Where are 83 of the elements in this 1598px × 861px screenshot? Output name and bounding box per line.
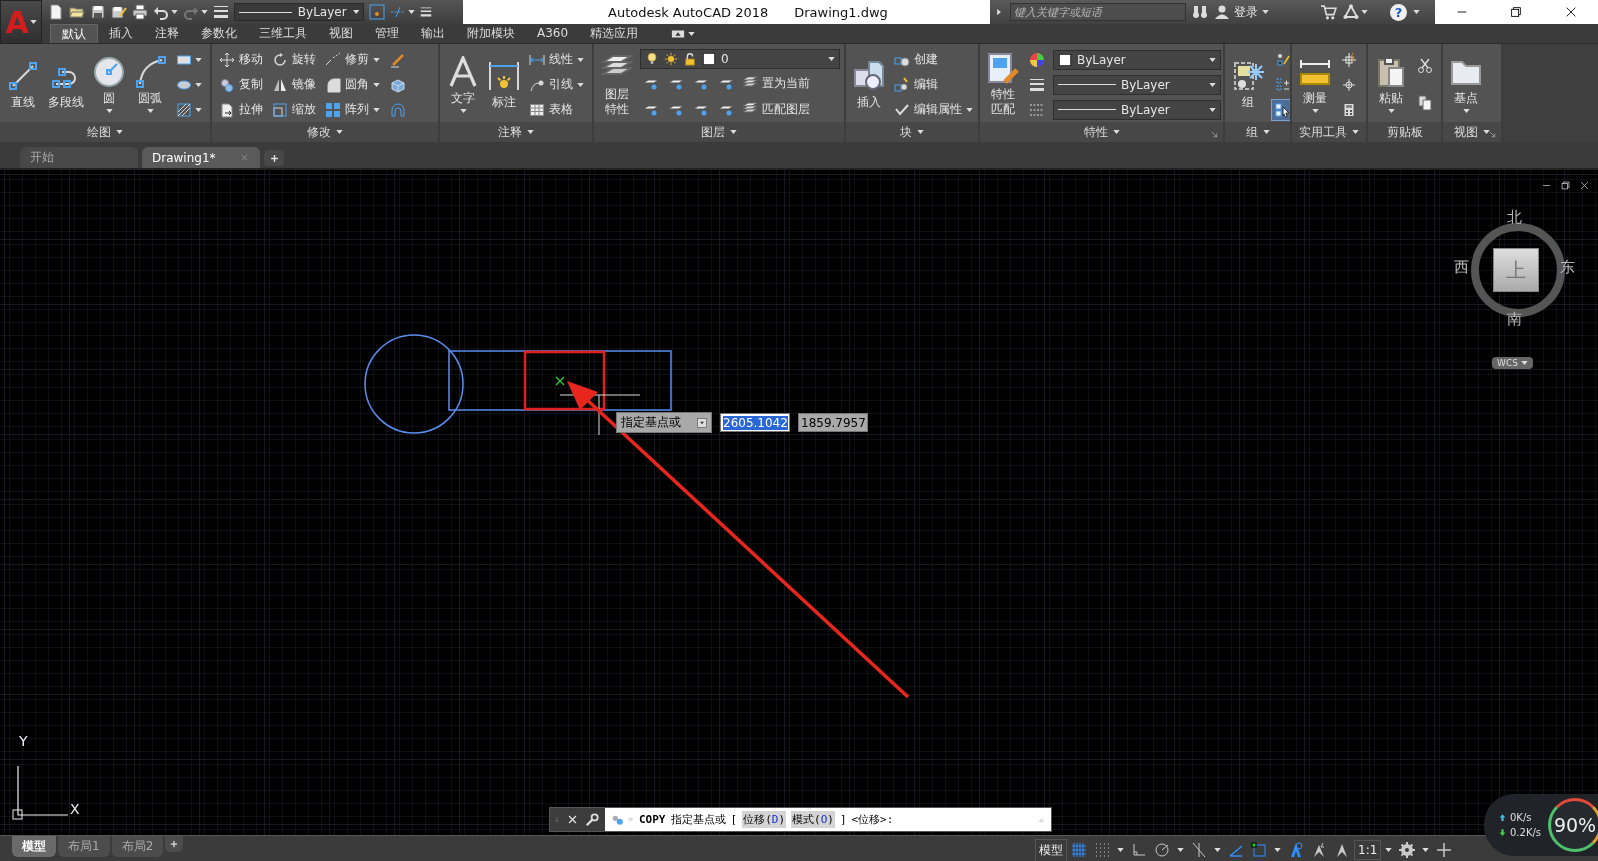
ucs-menu-button[interactable]: WCS xyxy=(1492,357,1533,369)
file-tab[interactable]: 开始 xyxy=(20,147,138,168)
command-option[interactable]: 模式(O) xyxy=(791,811,835,828)
panel-title[interactable]: 绘图 xyxy=(84,123,126,141)
ribbon-button[interactable]: 编辑属性 xyxy=(892,98,975,121)
ribbon-tab[interactable]: 注释 xyxy=(144,24,190,43)
bracket-text: ] xyxy=(839,813,847,826)
download-rate: 0.2K/s xyxy=(1510,827,1542,838)
sign-in-button[interactable]: 登录 xyxy=(1214,3,1314,21)
ribbon-button[interactable]: 基点 xyxy=(1448,54,1484,115)
command-name: COPY xyxy=(639,813,666,826)
linetype-dropdown[interactable]: ByLayer xyxy=(234,3,364,21)
ribbon-button[interactable]: 旋转 xyxy=(270,48,318,71)
ribbon-tab[interactable]: 默认 xyxy=(50,24,98,43)
coordinate-field[interactable]: 2605.1042 xyxy=(720,413,790,432)
ribbon-tab[interactable]: 参数化 xyxy=(190,24,248,43)
compass-label[interactable]: 北 xyxy=(1507,208,1522,227)
ribbon-button[interactable]: 拉伸 xyxy=(217,98,265,121)
ribbon-button[interactable]: 匹配图层 xyxy=(740,98,812,121)
ribbon-button[interactable]: 直线 xyxy=(5,57,41,112)
panel-title[interactable]: 特性 xyxy=(1080,123,1123,141)
dropdown[interactable]: ByLayer xyxy=(1053,49,1221,70)
upload-rate: 0K/s xyxy=(1510,812,1532,823)
ribbon-button[interactable]: 特性匹配 xyxy=(985,50,1021,119)
compass-label[interactable]: 东 xyxy=(1560,258,1575,277)
command-prompt: 指定基点或 xyxy=(670,812,726,827)
ribbon-button[interactable]: 复制 xyxy=(217,73,265,96)
ribbon-button[interactable]: 置为当前 xyxy=(740,72,812,95)
search-field[interactable]: 键入关键字或短语 xyxy=(1010,3,1186,21)
ribbon-tab[interactable]: 三维工具 xyxy=(248,24,318,43)
ribbon-button[interactable]: 圆 xyxy=(91,54,127,115)
command-input-field[interactable]: COPY 指定基点或 [ 位移(D) 模式(O) ] <位移>: xyxy=(605,808,1051,831)
ribbon-tab[interactable]: 输出 xyxy=(410,24,456,43)
ribbon-tab[interactable]: 精选应用 xyxy=(579,24,650,43)
ribbon-button[interactable]: 表格 xyxy=(527,98,586,121)
ribbon-button[interactable]: 圆角 xyxy=(323,73,382,96)
axis-label: Y xyxy=(19,733,28,749)
tooltip-text: 指定基点或 xyxy=(621,414,681,431)
ribbon-button[interactable]: 线性 xyxy=(527,48,586,71)
ribbon-button[interactable]: 镜像 xyxy=(270,73,318,96)
layout-tab[interactable]: 布局1 xyxy=(58,836,110,857)
ribbon-button[interactable]: 图层特性 xyxy=(599,50,635,119)
dropdown[interactable]: ByLayer xyxy=(1053,74,1221,95)
layout-tab[interactable]: 模型 xyxy=(12,836,56,857)
ribbon-tab[interactable]: A360 xyxy=(526,24,580,43)
ribbon-button[interactable]: 阵列 xyxy=(323,98,382,121)
dropdown[interactable]: 0 xyxy=(640,48,840,69)
ribbon-button[interactable]: 组 xyxy=(1230,57,1266,112)
panel-title[interactable]: 修改 xyxy=(304,123,346,141)
ribbon-button[interactable]: 圆弧 xyxy=(132,54,168,115)
compass-label[interactable]: 西 xyxy=(1454,258,1469,277)
ribbon-button[interactable]: 多段线 xyxy=(46,57,86,112)
status-button[interactable]: 模型 xyxy=(1035,838,1067,861)
ribbon-button[interactable]: 文字 xyxy=(445,54,481,115)
ribbon-button[interactable]: 修剪 xyxy=(323,48,382,71)
ribbon-button[interactable]: 粘贴 xyxy=(1373,54,1409,115)
ribbon-tab[interactable]: 插入 xyxy=(98,24,144,43)
compass-label[interactable]: 南 xyxy=(1507,310,1522,329)
bracket-text: [ xyxy=(730,813,738,826)
dropdown[interactable]: ByLayer xyxy=(1053,99,1221,120)
ribbon-tab[interactable]: 视图 xyxy=(318,24,364,43)
ribbon-button[interactable]: 移动 xyxy=(217,48,265,71)
window-title: Autodesk AutoCAD 2018 xyxy=(608,4,769,20)
document-name: Drawing1.dwg xyxy=(794,4,888,20)
usage-gauge: 90% xyxy=(1548,798,1598,852)
ribbon-tab[interactable]: 管理 xyxy=(364,24,410,43)
ribbon-button[interactable]: 插入 xyxy=(851,57,887,112)
ribbon-button[interactable]: 创建 xyxy=(892,48,975,71)
ribbon-button[interactable]: 标注 xyxy=(486,57,522,112)
ribbon-button[interactable]: 引线 xyxy=(527,73,586,96)
status-button[interactable]: 1:1 xyxy=(1354,840,1382,860)
command-option[interactable]: 位移(D) xyxy=(742,811,786,828)
panel-title[interactable]: 图层 xyxy=(698,123,740,141)
coordinate-field[interactable]: 1859.7957 xyxy=(798,413,868,432)
help-button[interactable]: ? xyxy=(1390,3,1407,21)
layout-tab[interactable]: 布局2 xyxy=(111,836,164,857)
ribbon-tab[interactable]: 附加模块 xyxy=(456,24,526,43)
axis-label: X xyxy=(70,801,80,817)
file-tab[interactable]: Drawing1* xyxy=(142,147,260,168)
ribbon-button[interactable]: 缩放 xyxy=(270,98,318,121)
ribbon-button[interactable]: 编辑 xyxy=(892,73,975,96)
ribbon-button[interactable]: 测量 xyxy=(1297,54,1333,115)
default-option-text: <位移>: xyxy=(851,812,894,827)
